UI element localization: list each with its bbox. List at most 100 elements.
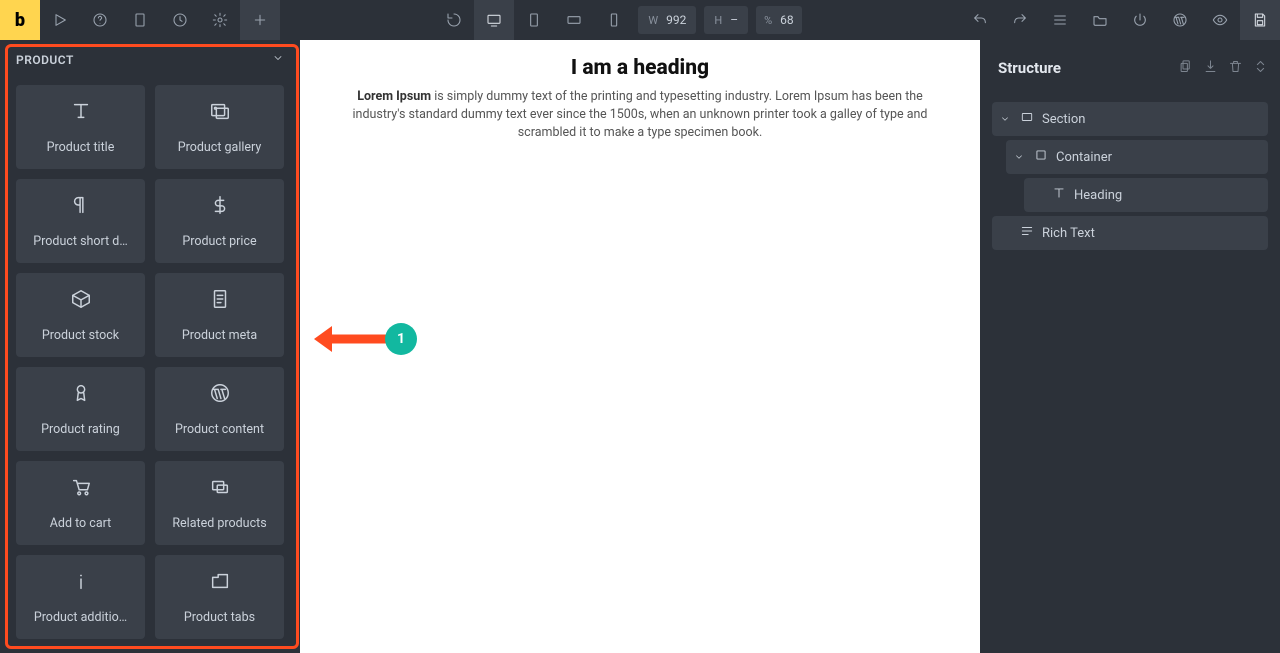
card-label: Related products [164,516,274,531]
section-icon [1020,110,1034,128]
save-button[interactable] [1240,0,1280,40]
zoom-field[interactable]: % 68 [756,6,802,34]
mobile-breakpoint[interactable] [594,0,634,40]
tree-label: Heading [1074,188,1122,203]
card-label: Product stock [34,328,127,343]
collapse-icon[interactable] [1253,59,1268,78]
chevron-down-icon [1014,151,1026,163]
help-button[interactable] [80,0,120,40]
redo-button[interactable] [1000,0,1040,40]
desktop-breakpoint[interactable] [474,0,514,40]
product-stock-card[interactable]: Product stock [16,273,145,357]
tree-section[interactable]: Section [992,102,1268,136]
wordpress-button[interactable] [1160,0,1200,40]
revisions-button[interactable] [160,0,200,40]
panel-header[interactable]: PRODUCT [0,40,300,75]
cart-icon [70,476,92,502]
add-element-button[interactable] [240,0,280,40]
copy-icon[interactable] [1178,59,1193,78]
power-button[interactable] [1120,0,1160,40]
annotation: 1 [310,322,417,356]
reload-button[interactable] [434,0,474,40]
preview-button[interactable] [1200,0,1240,40]
product-title-card[interactable]: Product title [16,85,145,169]
heading-icon [1052,186,1066,204]
editor-canvas[interactable]: I am a heading Lorem Ipsum is simply dum… [300,40,980,653]
structure-panel: Structure Section Container [980,40,1280,653]
tablet-landscape-breakpoint[interactable] [554,0,594,40]
play-button[interactable] [40,0,80,40]
canvas-paragraph[interactable]: Lorem Ipsum is simply dummy text of the … [340,88,940,142]
paragraph-icon [70,194,92,220]
card-label: Add to cart [42,516,120,531]
width-field[interactable]: W 992 [638,6,696,34]
download-icon[interactable] [1203,59,1218,78]
product-rating-card[interactable]: Product rating [16,367,145,451]
tb-left-group [40,0,280,40]
undo-button[interactable] [960,0,1000,40]
receipt-icon [209,288,231,314]
height-value: – [730,13,738,27]
product-short-desc-card[interactable]: Product short d… [16,179,145,263]
elements-grid: Product title Product gallery Product sh… [0,75,300,653]
badge-icon [70,382,92,408]
settings-button[interactable] [200,0,240,40]
dollar-icon [209,194,231,220]
product-additional-card[interactable]: Product additio… [16,555,145,639]
card-label: Product meta [174,328,265,343]
chevron-down-icon [1000,113,1012,125]
structure-tree: Section Container Heading Rich Text [992,96,1268,250]
card-label: Product additio… [26,610,135,625]
folder-button[interactable] [1080,0,1120,40]
list-button[interactable] [1040,0,1080,40]
logo[interactable]: b [0,0,40,40]
card-label: Product title [39,140,123,155]
main-area: PRODUCT Product title Product gallery Pr… [0,40,1280,653]
card-label: Product short d… [25,234,135,249]
product-content-card[interactable]: Product content [155,367,284,451]
container-icon [1034,148,1048,166]
canvas-inner: I am a heading Lorem Ipsum is simply dum… [300,40,980,150]
card-label: Product tabs [176,610,263,625]
height-label: H [714,14,722,27]
pages-button[interactable] [120,0,160,40]
tree-richtext[interactable]: Rich Text [992,216,1268,250]
annotation-badge: 1 [385,323,417,355]
tabs-icon [209,570,231,596]
tree-container[interactable]: Container [1006,140,1268,174]
canvas-heading[interactable]: I am a heading [340,56,940,80]
structure-title: Structure [992,59,1061,77]
top-toolbar: b W 992 H – % 68 [0,0,1280,40]
structure-actions [1178,59,1268,78]
tree-label: Container [1056,150,1112,165]
info-icon [70,570,92,596]
tb-right-group [960,0,1280,40]
tree-label: Rich Text [1042,226,1095,241]
structure-header: Structure [992,40,1268,96]
card-label: Product content [167,422,272,437]
product-gallery-card[interactable]: Product gallery [155,85,284,169]
add-to-cart-card[interactable]: Add to cart [16,461,145,545]
product-price-card[interactable]: Product price [155,179,284,263]
chevron-down-icon [272,52,284,67]
tree-label: Section [1042,112,1085,127]
card-label: Product rating [33,422,128,437]
arrow-left-icon [310,322,390,356]
tb-center-group: W 992 H – % 68 [434,0,805,40]
trash-icon[interactable] [1228,59,1243,78]
zoom-value: 68 [780,13,794,27]
elements-panel: PRODUCT Product title Product gallery Pr… [0,40,300,653]
overlap-icon [209,476,231,502]
card-label: Product price [174,234,264,249]
height-field[interactable]: H – [704,6,748,34]
box-icon [70,288,92,314]
tree-heading[interactable]: Heading [1024,178,1268,212]
panel-title: PRODUCT [16,53,74,67]
product-tabs-card[interactable]: Product tabs [155,555,284,639]
gallery-icon [209,100,231,126]
wordpress-icon [209,382,231,408]
width-label: W [648,14,658,27]
product-meta-card[interactable]: Product meta [155,273,284,357]
tablet-portrait-breakpoint[interactable] [514,0,554,40]
related-products-card[interactable]: Related products [155,461,284,545]
